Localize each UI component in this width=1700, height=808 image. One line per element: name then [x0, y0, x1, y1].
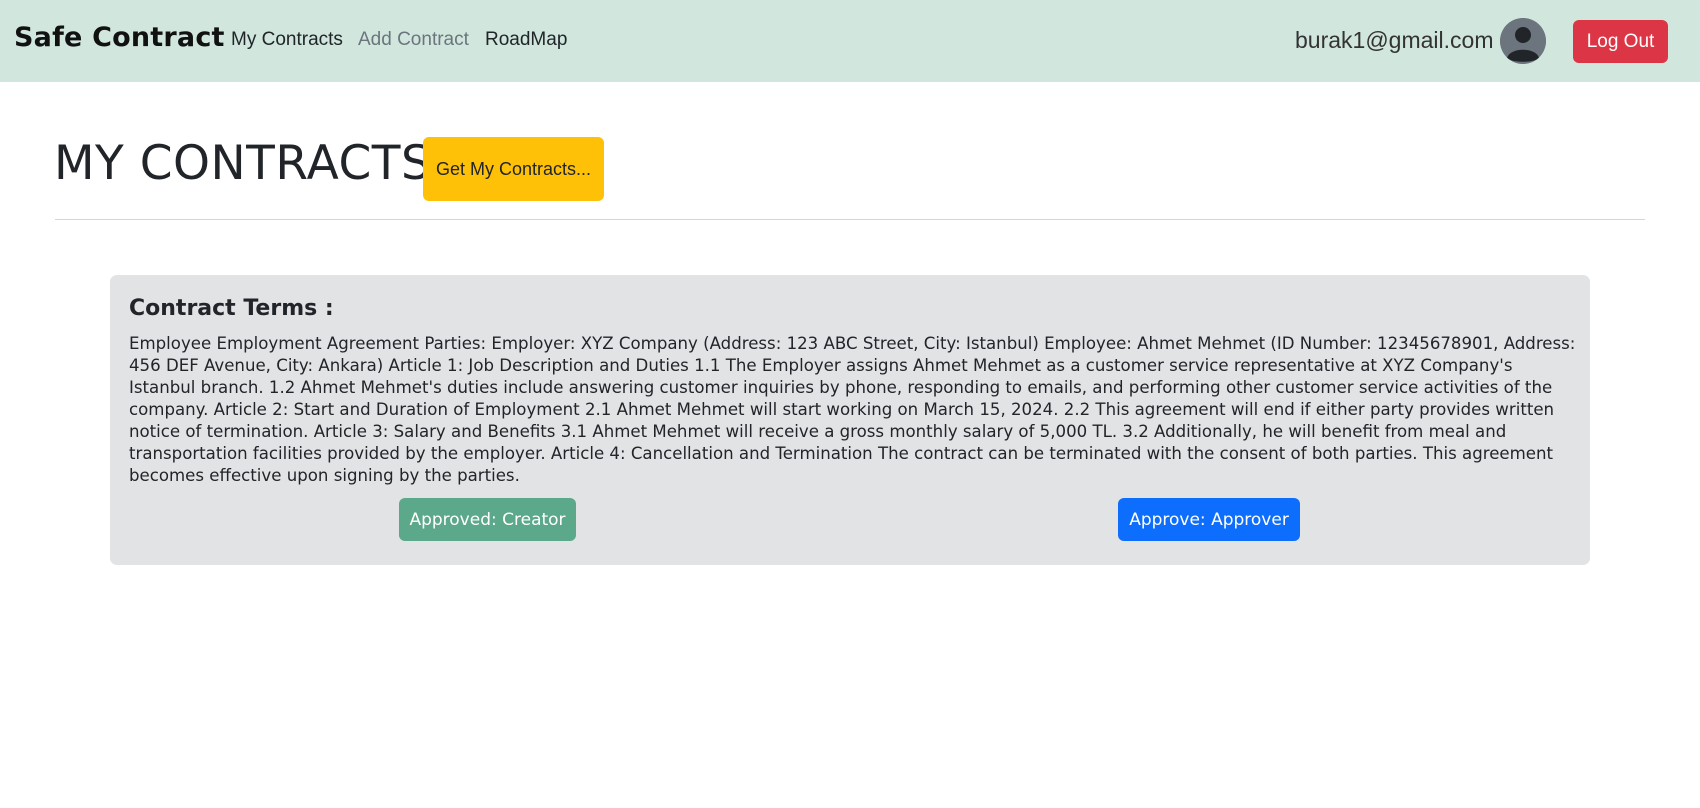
approve-approver-button[interactable]: Approve: Approver: [1118, 498, 1300, 541]
divider: [55, 219, 1645, 220]
user-email: burak1@gmail.com: [1295, 27, 1494, 53]
contract-card: Contract Terms : Employee Employment Agr…: [110, 275, 1590, 565]
nav-link-add-contract[interactable]: Add Contract: [358, 29, 469, 51]
approved-creator-button[interactable]: Approved: Creator: [399, 498, 576, 541]
nav-link-roadmap[interactable]: RoadMap: [485, 29, 567, 51]
nav-link-my-contracts[interactable]: My Contracts: [231, 29, 343, 51]
brand-logo[interactable]: Safe Contract: [14, 22, 225, 53]
contract-terms-text: Employee Employment Agreement Parties: E…: [129, 334, 1576, 485]
logout-button[interactable]: Log Out: [1573, 20, 1668, 63]
get-my-contracts-button[interactable]: Get My Contracts...: [423, 137, 604, 201]
navbar: Safe Contract My Contracts Add Contract …: [0, 0, 1700, 82]
user-avatar-icon[interactable]: [1500, 18, 1546, 64]
page-title: MY CONTRACTS: [54, 136, 432, 191]
contract-terms-title: Contract Terms :: [129, 296, 334, 321]
